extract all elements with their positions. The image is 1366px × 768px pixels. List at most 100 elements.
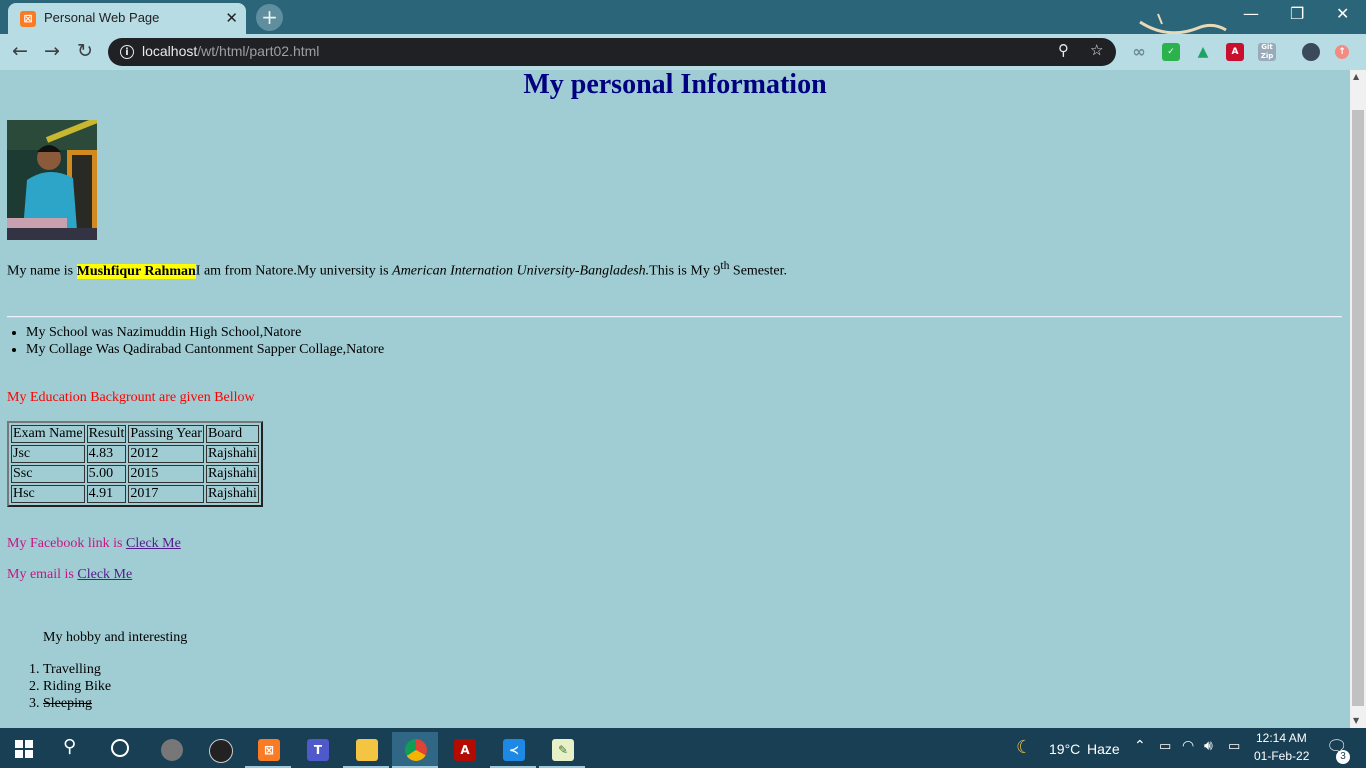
taskbar-app-chrome[interactable] xyxy=(392,732,438,768)
email-label: My email is xyxy=(7,567,78,582)
intro-pre: My name is xyxy=(7,263,77,279)
scroll-down-arrow-icon[interactable]: ▼ xyxy=(1353,716,1359,725)
profile-avatar[interactable] xyxy=(1302,43,1320,61)
windows-start-icon[interactable] xyxy=(15,740,33,758)
hobbies-list: Travelling Riding Bike Sleeping xyxy=(0,661,111,712)
clock-time[interactable]: 12:14 AM xyxy=(1256,731,1307,745)
intro-end: Semester. xyxy=(729,263,787,279)
url-path: /wt/html/part02.html xyxy=(197,43,320,59)
table-header: Board xyxy=(205,425,259,443)
horizontal-rule xyxy=(7,316,1342,318)
update-icon[interactable]: ↑ xyxy=(1335,45,1349,59)
scroll-up-arrow-icon[interactable]: ▲ xyxy=(1353,72,1359,81)
url-text[interactable]: localhost/wt/html/part02.html xyxy=(142,43,319,59)
facebook-link[interactable]: Cleck Me xyxy=(126,536,181,551)
intro-post: This is My 9 xyxy=(649,263,721,279)
education-table: Exam Name Result Passing Year Board Jsc … xyxy=(7,421,263,507)
url-host: localhost xyxy=(142,43,198,59)
globe-app-icon xyxy=(161,739,183,761)
back-arrow-icon[interactable]: ← xyxy=(12,40,28,62)
extension-acrobat-icon[interactable]: A xyxy=(1226,43,1244,61)
extension-feedly-icon[interactable]: ✓ xyxy=(1162,43,1180,61)
cortana-icon[interactable] xyxy=(111,739,129,757)
taskbar-app-explorer[interactable] xyxy=(343,732,389,768)
chevron-up-icon[interactable]: ⌃ xyxy=(1134,738,1146,754)
page-title: My personal Information xyxy=(523,70,827,100)
weather-temp[interactable]: 19°C xyxy=(1049,741,1080,757)
xampp-favicon-icon: ⊠ xyxy=(20,11,36,27)
chrome-icon xyxy=(405,739,427,761)
volume-icon[interactable]: 🔊︎ xyxy=(1204,738,1213,754)
search-icon[interactable]: ⚲ xyxy=(63,736,76,757)
table-header-row: Exam Name Result Passing Year Board xyxy=(11,425,259,443)
reload-icon[interactable]: ↻ xyxy=(77,40,93,62)
vscode-icon: ≺ xyxy=(503,739,525,761)
taskbar-app-vscode[interactable]: ≺ xyxy=(490,732,536,768)
table-cell: 2015 xyxy=(128,465,204,483)
taskbar-app-1[interactable] xyxy=(148,732,194,768)
scrollbar-thumb[interactable] xyxy=(1352,110,1364,706)
intro-mid: I am from Natore.My university is xyxy=(195,263,393,279)
obs-icon xyxy=(209,739,233,763)
table-cell: Jsc xyxy=(11,445,85,463)
table-header: Exam Name xyxy=(11,425,85,443)
taskbar-app-acrobat[interactable]: A xyxy=(441,732,487,768)
new-tab-button[interactable]: + xyxy=(256,4,283,31)
browser-tab-strip: ⊠ Personal Web Page ✕ + — ❐ ✕ xyxy=(0,0,1366,34)
university-name: American Internation University-Banglade… xyxy=(392,263,650,279)
table-header: Passing Year xyxy=(128,425,204,443)
table-cell: 4.83 xyxy=(86,445,127,463)
list-item: My Collage Was Qadirabad Cantonment Sapp… xyxy=(26,341,384,358)
minimize-button[interactable]: — xyxy=(1243,4,1259,23)
weather-text[interactable]: Haze xyxy=(1087,741,1120,757)
site-info-icon[interactable]: i xyxy=(120,45,134,59)
table-row: Jsc 4.83 2012 Rajshahi xyxy=(11,445,259,463)
taskbar-app-obs[interactable] xyxy=(196,732,242,768)
highlighted-name: Mushfiqur Rahman xyxy=(76,263,196,279)
page-viewport: My personal Information My name is Mushf… xyxy=(0,70,1350,728)
meet-now-icon[interactable]: ▭ xyxy=(1159,739,1171,754)
table-cell: Rajshahi xyxy=(205,465,259,483)
acrobat-icon: A xyxy=(454,739,476,761)
table-header: Result xyxy=(86,425,127,443)
file-explorer-icon xyxy=(356,739,378,761)
table-row: Ssc 5.00 2015 Rajshahi xyxy=(11,465,259,483)
list-item: Travelling xyxy=(43,661,111,678)
extension-infinity-icon[interactable]: ∞ xyxy=(1130,43,1148,61)
taskbar-app-editor[interactable]: ✎ xyxy=(539,732,585,768)
intro-paragraph: My name is Mushfiqur RahmanI am from Nat… xyxy=(7,259,787,280)
battery-icon[interactable]: ▭ xyxy=(1228,739,1240,754)
taskbar-app-teams[interactable]: T xyxy=(294,732,340,768)
table-cell: Rajshahi xyxy=(205,485,259,503)
list-item: Riding Bike xyxy=(43,678,111,695)
forward-arrow-icon[interactable]: → xyxy=(44,40,60,62)
schools-list: My School was Nazimuddin High School,Nat… xyxy=(0,324,384,358)
table-cell: 5.00 xyxy=(86,465,127,483)
table-cell: 2012 xyxy=(128,445,204,463)
close-window-button[interactable]: ✕ xyxy=(1336,4,1349,23)
list-item: My School was Nazimuddin High School,Nat… xyxy=(26,324,384,341)
weather-icon[interactable]: ☾ xyxy=(1016,737,1032,758)
taskbar-app-xampp[interactable]: ⊠ xyxy=(245,732,291,768)
tab-personal-web-page[interactable]: ⊠ Personal Web Page ✕ xyxy=(8,3,246,34)
extension-gitzip-icon[interactable]: Git Zip xyxy=(1258,43,1276,61)
extension-drive-icon[interactable]: ▲ xyxy=(1194,43,1212,61)
wifi-icon[interactable]: ◠ xyxy=(1182,738,1194,754)
clock-date[interactable]: 01-Feb-22 xyxy=(1254,749,1309,763)
zoom-icon[interactable]: ⚲ xyxy=(1058,41,1069,59)
table-cell: 2017 xyxy=(128,485,204,503)
table-cell: 4.91 xyxy=(86,485,127,503)
facebook-line: My Facebook link is Cleck Me xyxy=(7,536,181,552)
bookmark-star-icon[interactable]: ☆ xyxy=(1090,41,1103,59)
email-line: My email is Cleck Me xyxy=(7,567,132,583)
teams-icon: T xyxy=(307,739,329,761)
vertical-scrollbar[interactable]: ▲ ▼ xyxy=(1350,70,1366,728)
list-item: Sleeping xyxy=(43,695,111,712)
tab-close-button[interactable]: ✕ xyxy=(225,9,238,27)
facebook-label: My Facebook link is xyxy=(7,536,126,551)
notification-badge: 3 xyxy=(1336,750,1350,764)
address-bar[interactable]: i localhost/wt/html/part02.html ⚲ ☆ xyxy=(108,38,1116,66)
email-link[interactable]: Cleck Me xyxy=(77,567,132,582)
restore-button[interactable]: ❐ xyxy=(1290,4,1304,23)
hobby-heading: My hobby and interesting xyxy=(43,630,188,645)
